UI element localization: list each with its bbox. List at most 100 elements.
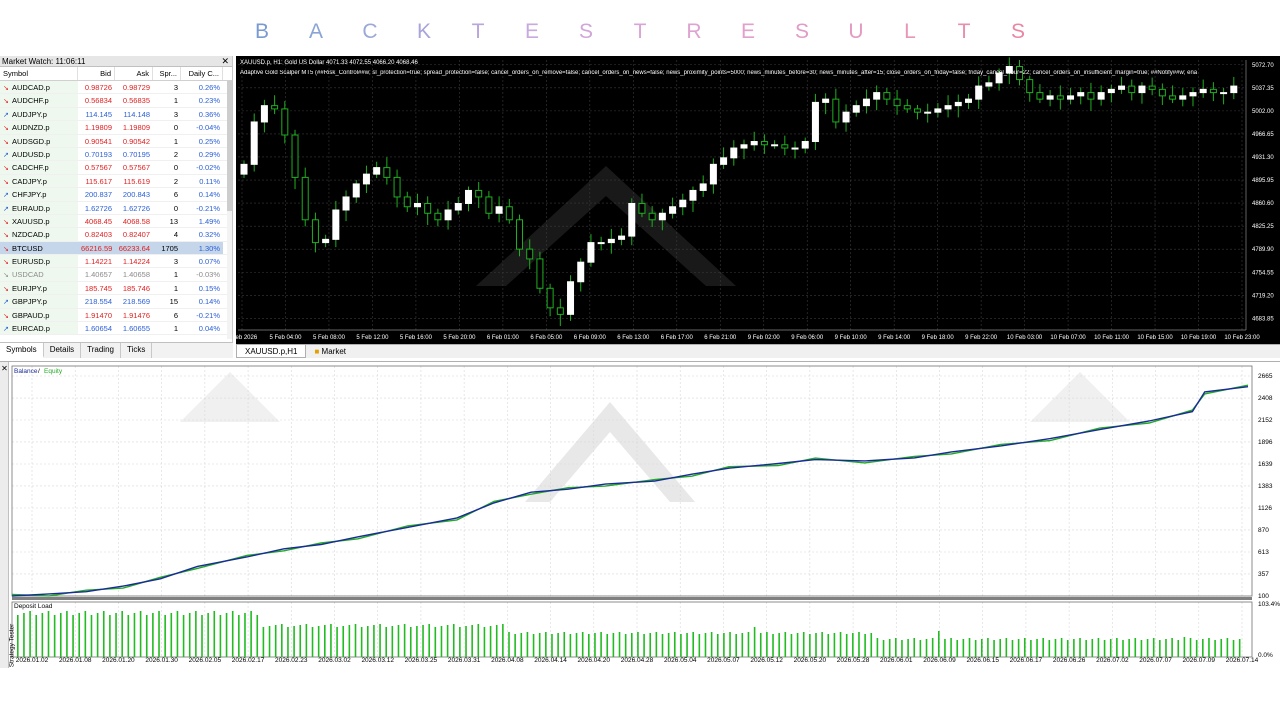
- x-tick-label: 9 Feb 22:00: [965, 335, 998, 341]
- candle-body: [1128, 85, 1136, 94]
- arrow-down-icon: ↘: [3, 285, 9, 293]
- deposit-bar: [1054, 639, 1057, 657]
- deposit-bar: [938, 631, 940, 657]
- deposit-bar: [23, 613, 25, 657]
- tab-trading[interactable]: Trading: [81, 343, 121, 358]
- banner-letter: L: [904, 20, 916, 43]
- market-watch-scrollbar[interactable]: [227, 81, 232, 339]
- column-header-ask[interactable]: Ask: [115, 67, 153, 80]
- deposit-bar: [581, 632, 584, 657]
- table-row[interactable]: ↗ AUDUSD.p 0.70193 0.70195 2 0.29%: [0, 147, 232, 162]
- table-row[interactable]: ↘ XAUUSD.p 4068.45 4068.58 13 1.49%: [0, 214, 232, 229]
- tab-ticks[interactable]: Ticks: [121, 343, 153, 358]
- spread-cell: 2: [173, 176, 178, 186]
- tab-xauusd-h1[interactable]: XAUUSD.p,H1: [236, 345, 307, 358]
- candle-body: [454, 202, 462, 211]
- table-row[interactable]: ↗ EURAUD.p 1.62726 1.62726 0 -0.21%: [0, 201, 232, 215]
- candle-body: [1199, 88, 1207, 94]
- table-row[interactable]: ↘ BTCUSD 66216.59 66233.64 1705 1.30%: [0, 241, 232, 256]
- candle-body: [362, 173, 370, 185]
- symbol-label: GBPJPY.p: [12, 297, 47, 307]
- table-row[interactable]: ↘ NZDCAD.p 0.82403 0.82407 4 0.32%: [0, 228, 232, 242]
- table-row[interactable]: ↗ AUDJPY.p 114.145 114.148 3 0.36%: [0, 107, 232, 122]
- x-tick-label: 2026.07.14: [1226, 657, 1259, 664]
- symbol-cell: ↘ AUDCHF.p: [0, 94, 78, 107]
- deposit-bar: [133, 613, 136, 657]
- deposit-bar: [342, 626, 345, 657]
- column-header-daily-change[interactable]: Daily C...: [181, 67, 223, 80]
- tab-symbols[interactable]: Symbols: [0, 343, 44, 358]
- banner-letter: C: [362, 20, 378, 43]
- candle-body: [954, 101, 962, 107]
- banner-letter: T: [471, 20, 485, 43]
- deposit-bar: [391, 626, 394, 657]
- close-icon[interactable]: ✕: [221, 56, 229, 67]
- spread-cell: 0: [173, 203, 178, 213]
- candle-body: [638, 202, 646, 214]
- symbol-cell: ↗ EURCAD.p: [0, 322, 78, 335]
- deposit-bar: [53, 615, 56, 657]
- table-row[interactable]: ↘ AUDNZD.p 1.19809 1.19809 0 -0.04%: [0, 121, 232, 135]
- x-tick-label: 2026.01.02: [16, 657, 49, 664]
- symbol-cell: ↗ CHFJPY.p: [0, 188, 78, 201]
- deposit-bar: [796, 633, 799, 657]
- tab-details[interactable]: Details: [44, 343, 82, 358]
- banner-letter: B: [254, 20, 269, 43]
- daily-change-cell: 0.25%: [198, 136, 220, 146]
- deposit-bar: [145, 615, 148, 657]
- table-row[interactable]: ↘ EURJPY.p 185.745 185.746 1 0.15%: [0, 281, 232, 296]
- y-tick-label: 4895.95: [1252, 178, 1274, 184]
- deposit-bar: [348, 625, 351, 657]
- x-tick-label: 10 Feb 07:00: [1050, 335, 1086, 341]
- table-row[interactable]: ↘ AUDSGD.p 0.90541 0.90542 1 0.25%: [0, 134, 232, 148]
- ask-cell: 1.14224: [122, 257, 150, 267]
- deposit-bar: [274, 625, 277, 657]
- deposit-bar: [545, 632, 547, 657]
- candle-body: [373, 167, 381, 175]
- table-row[interactable]: ↘ GBPAUD.p 1.91470 1.91476 6 -0.21%: [0, 308, 232, 323]
- deposit-bar: [1085, 640, 1087, 657]
- tester-sidebar: ✕ Strategy Tester: [0, 362, 15, 668]
- daily-change-cell: 0.23%: [198, 96, 220, 106]
- market-watch-titlebar: Market Watch: 11:06:11 ✕: [0, 56, 232, 67]
- deposit-bar: [317, 626, 320, 657]
- deposit-bar: [919, 640, 922, 657]
- deposit-bar: [692, 632, 694, 657]
- table-row[interactable]: ↘ AUDCHF.p 0.56834 0.56835 1 0.23%: [0, 94, 232, 108]
- deposit-bar: [784, 632, 787, 657]
- panel-separator[interactable]: [12, 597, 1252, 600]
- table-row[interactable]: ↗ GBPJPY.p 218.554 218.569 15 0.14%: [0, 295, 232, 309]
- deposit-bar: [925, 639, 928, 657]
- tester-side-label: Strategy Tester: [8, 623, 16, 668]
- deposit-bar: [1195, 640, 1198, 657]
- y-tick-label: 4860.60: [1252, 201, 1274, 207]
- column-header-symbol[interactable]: Symbol: [0, 67, 78, 80]
- bid-cell: 4068.45: [84, 216, 112, 226]
- candle-body: [1169, 95, 1177, 100]
- deposit-bar: [1226, 638, 1229, 657]
- candle-body: [1179, 95, 1187, 100]
- table-row[interactable]: ↘ EURUSD.p 1.14221 1.14224 3 0.07%: [0, 255, 232, 269]
- tab-market[interactable]: ■ Market: [306, 345, 354, 358]
- table-row[interactable]: ↘ CADJPY.p 115.617 115.619 2 0.11%: [0, 174, 232, 189]
- deposit-bar: [815, 633, 817, 657]
- deposit-bar: [1171, 638, 1173, 657]
- table-row[interactable]: ↘ CADCHF.p 0.57567 0.57567 0 -0.02%: [0, 161, 232, 175]
- column-header-spread[interactable]: Spr...: [153, 67, 181, 80]
- price-chart[interactable]: 4 Feb 2026 5 Feb 04:00 5 Feb 08:00 5 Feb 12…: [236, 56, 1280, 344]
- deposit-bar: [1214, 640, 1216, 657]
- table-row[interactable]: ↗ EURCAD.p 1.60654 1.60655 1 0.04%: [0, 322, 232, 336]
- symbol-cell: ↘ XAUUSD.p: [0, 214, 78, 228]
- candle-body: [791, 147, 799, 150]
- table-row[interactable]: ↗ CHFJPY.p 200.837 200.843 6 0.14%: [0, 188, 232, 202]
- close-icon[interactable]: ✕: [0, 364, 9, 373]
- table-row[interactable]: ↘ AUDCAD.p 0.98726 0.98729 3 0.26%: [0, 81, 232, 95]
- scrollbar-thumb[interactable]: [227, 81, 232, 211]
- symbol-label: AUDUSD.p: [12, 149, 50, 159]
- table-row[interactable]: ↘ USDCAD 1.40657 1.40658 1 -0.03%: [0, 268, 232, 282]
- y-tick-label: 4719.20: [1252, 293, 1274, 299]
- deposit-bar: [729, 632, 731, 657]
- column-header-bid[interactable]: Bid: [78, 67, 115, 80]
- bid-cell: 0.70193: [84, 149, 112, 159]
- daily-change-cell: -0.03%: [196, 270, 220, 280]
